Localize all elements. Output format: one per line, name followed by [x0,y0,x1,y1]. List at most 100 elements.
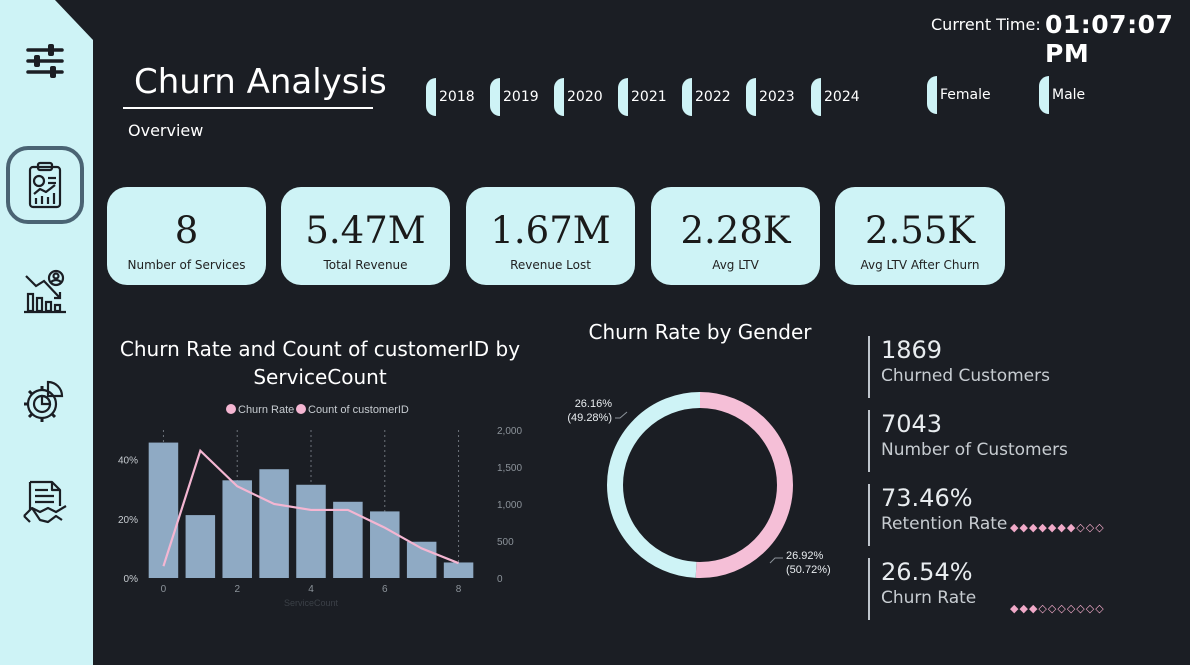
page-title: Churn Analysis [134,62,387,102]
gender-slicer-male[interactable]: Male [1039,76,1085,114]
year-slicer-2023[interactable]: 2023 [746,78,795,116]
year-slicer-2024[interactable]: 2024 [811,78,860,116]
churn-button[interactable] [6,252,84,330]
rating-diamond-empty-icon: ◇ [1057,602,1067,615]
rating-diamond-filled-icon: ◆ [1038,521,1048,534]
rating-diamond-filled-icon: ◆ [1019,521,1029,534]
slicer-pill [811,78,821,116]
rating-diamond-empty-icon: ◇ [1095,521,1105,534]
y-left-tick: 20% [118,515,138,526]
analytics-button[interactable] [6,362,84,440]
rating-diamond-filled-icon: ◆ [1028,602,1039,615]
rating-diamond-filled-icon: ◆ [1066,521,1077,534]
report-clipboard-icon [28,161,62,209]
legend-marker-count [296,404,306,414]
bar-count-8 [443,562,474,578]
year-slicer-2018[interactable]: 2018 [426,78,475,116]
donut-sublabel-female: (49.28%) [567,412,612,424]
bar-count-5 [333,501,363,578]
y-left-tick: 40% [118,456,138,467]
x-axis-label: ServiceCount [284,598,339,608]
year-slicer-2019[interactable]: 2019 [490,78,539,116]
gender-slicer-female[interactable]: Female [927,76,991,114]
gear-analytics-icon [24,380,64,422]
slicer-pill [490,78,500,116]
year-slicer-2022[interactable]: 2022 [682,78,731,116]
slicer-pill [746,78,756,116]
rating-diamond-empty-icon: ◇ [1047,602,1058,615]
year-slicer-2021[interactable]: 2021 [618,78,667,116]
chart-legend: Churn Rate Count of customerID [226,404,409,416]
x-tick: 6 [382,584,388,595]
y-left-tick: 0% [124,574,139,585]
donut-sublabel-male: (50.72%) [786,564,831,576]
rating-diamond-filled-icon: ◆ [1019,602,1029,615]
report-button[interactable] [6,146,84,224]
current-time-value: 01:07:07 PM [1045,10,1174,68]
y-right-tick: 500 [497,537,514,548]
slicer-label: 2023 [759,89,795,105]
stat-label: Number of Customers [881,440,1068,460]
rating-diamond-filled-icon: ◆ [1028,521,1039,534]
rating-diamond-empty-icon: ◇ [1076,521,1086,534]
slicer-label: 2024 [824,89,860,105]
kpi-value: 2.55K [864,209,976,252]
filters-button[interactable] [6,22,84,100]
rating-diamond-empty-icon: ◇ [1066,602,1077,615]
x-tick: 2 [234,584,240,595]
stat-value: 26.54% [881,558,973,586]
donut-chart-title: Churn Rate by Gender [588,320,812,344]
kpi-label: Avg LTV [712,258,759,272]
contracts-button[interactable] [6,464,84,542]
legend-label-churn-rate: Churn Rate [238,404,294,416]
kpi-value: 8 [174,209,199,252]
donut-label-male: 26.92% [786,550,824,562]
rating-diamond-empty-icon: ◇ [1085,521,1096,534]
kpi-value: 1.67M [490,209,611,252]
sidebar [0,0,93,665]
legend-marker-churn-rate [226,404,236,414]
slicer-label: Male [1052,87,1086,103]
rating-diamond-empty-icon: ◇ [1085,602,1096,615]
kpi-card-revenue-lost: 1.67M Revenue Lost [466,187,635,285]
rating-diamond-empty-icon: ◇ [1095,602,1105,615]
stat-value: 7043 [881,410,943,438]
rating-diamond-empty-icon: ◇ [1038,602,1048,615]
legend-label-count: Count of customerID [308,404,409,416]
x-tick: 4 [308,584,314,595]
slicer-label: 2021 [631,89,667,105]
stat-number-of-customers: 7043 Number of Customers [868,410,1158,472]
slicer-pill [618,78,628,116]
y-right-tick: 1,000 [497,500,522,511]
year-slicer-2020[interactable]: 2020 [554,78,603,116]
kpi-card-avg-ltv: 2.28K Avg LTV [651,187,820,285]
donut-label-female: 26.16% [575,398,613,410]
y-right-tick: 0 [497,574,503,585]
bar-count-2 [222,480,252,578]
x-tick: 0 [161,584,167,595]
churn-decline-chart-icon [24,269,66,314]
bar-count-4 [296,484,326,578]
y-right-tick: 1,500 [497,463,522,474]
title-underline [123,107,373,109]
kpi-label: Total Revenue [323,258,408,272]
slicer-label: Female [940,87,991,103]
combo-chart-title: Churn Rate and Count of customerID by Se… [119,337,521,389]
x-tick: 8 [456,584,462,595]
filters-icon [26,44,64,78]
kpi-card-total-revenue: 5.47M Total Revenue [281,187,450,285]
stat-churned-customers: 1869 Churned Customers [868,336,1158,398]
kpi-card-services: 8 Number of Services [107,187,266,285]
kpi-label: Avg LTV After Churn [860,258,980,272]
slicer-pill [927,76,937,114]
current-time-label: Current Time: [931,15,1041,34]
slicer-label: 2018 [439,89,475,105]
slicer-pill [554,78,564,116]
combo-chart: Churn Rate Count of customerID 0% 20% 40% 0 50… [118,404,522,608]
kpi-label: Number of Services [127,258,246,272]
kpi-value: 5.47M [305,209,426,252]
stat-label: Churned Customers [881,366,1050,386]
kpi-value: 2.28K [680,209,791,252]
slicer-pill [1039,76,1049,114]
rating-diamond-empty-icon: ◇ [1076,602,1086,615]
